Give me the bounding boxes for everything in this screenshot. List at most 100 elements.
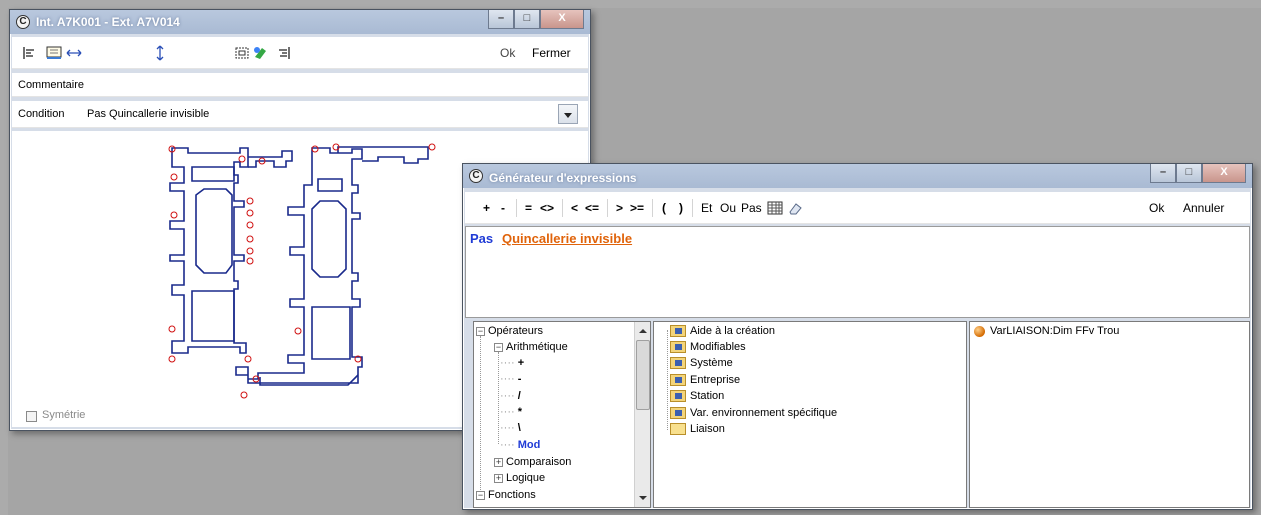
plus-operator-button[interactable]: + [483, 192, 490, 223]
collapse-icon[interactable]: − [494, 342, 503, 352]
attachment-point [246, 197, 254, 205]
collapse-icon[interactable]: − [476, 490, 485, 500]
app-logo-icon: C [16, 15, 30, 29]
chevron-down-icon [564, 113, 572, 118]
app-logo-icon: C [469, 169, 483, 183]
toolbar-divider [652, 199, 653, 217]
eraser-icon[interactable] [787, 192, 803, 223]
and-operator-button[interactable]: Et [701, 192, 712, 223]
condition-value[interactable]: Pas Quincallerie invisible [87, 101, 209, 127]
categories-panel: Aide à la création Modifiables Système E… [653, 321, 967, 508]
expression-window-titlebar[interactable]: C Générateur d'expressions – □ X [463, 164, 1252, 188]
not-operator-button[interactable]: Pas [741, 192, 762, 223]
category-var-environnement[interactable]: Var. environnement spécifique [670, 407, 837, 420]
category-station[interactable]: Station [670, 390, 724, 403]
grid-icon[interactable] [767, 192, 783, 223]
horizontal-arrow-icon[interactable] [66, 37, 82, 68]
align-left-icon[interactable] [22, 37, 36, 68]
toolbar-divider [516, 199, 517, 217]
close-button[interactable]: X [540, 10, 584, 29]
window-title: Int. A7K001 - Ext. A7V014 [36, 15, 180, 29]
close-paren-button[interactable]: ) [679, 192, 683, 223]
or-operator-button[interactable]: Ou [720, 192, 736, 223]
category-liaison[interactable]: Liaison [670, 423, 725, 436]
expression-editor[interactable]: Pas Quincallerie invisible [465, 226, 1250, 318]
condition-dropdown-button[interactable] [558, 104, 578, 124]
less-equal-operator-button[interactable]: <= [585, 192, 599, 223]
paint-icon[interactable] [252, 37, 268, 68]
scroll-down-icon[interactable] [639, 496, 647, 500]
tree-item-comparaison[interactable]: + Comparaison [494, 456, 571, 468]
profile-window-titlebar[interactable]: C Int. A7K001 - Ext. A7V014 – □ X [10, 10, 590, 34]
attachment-point [170, 173, 178, 181]
attachment-point [246, 235, 254, 243]
attachment-point [168, 355, 176, 363]
attachment-point [240, 391, 248, 399]
folder-icon [670, 407, 686, 420]
category-entreprise[interactable]: Entreprise [670, 374, 740, 387]
attachment-point [428, 143, 436, 151]
symmetry-checkbox[interactable] [26, 411, 37, 422]
vertical-arrow-icon[interactable] [155, 37, 165, 68]
less-operator-button[interactable]: < [571, 192, 578, 223]
measure-icon[interactable] [46, 37, 62, 68]
symmetry-label: Symétrie [42, 409, 86, 421]
tree-item-arithmetique[interactable]: − Arithmétique [494, 341, 568, 353]
maximize-button[interactable]: □ [514, 10, 540, 29]
tree-item-divide[interactable]: ···· / [500, 390, 521, 402]
scroll-up-icon[interactable] [639, 329, 647, 333]
align-right-icon[interactable] [277, 37, 291, 68]
tree-item-plus[interactable]: ···· + [500, 357, 524, 369]
toolbar-divider [692, 199, 693, 217]
window-controls: – □ X [1150, 164, 1246, 183]
open-paren-button[interactable]: ( [662, 192, 666, 223]
tree-item-logique[interactable]: + Logique [494, 472, 545, 484]
operators-toolbar: + - = <> < <= > >= ( ) Et Ou Pas Ok Annu… [465, 192, 1250, 224]
left-profile-lower-chamber [191, 290, 235, 342]
tree-item-backslash[interactable]: ···· \ [500, 422, 521, 434]
minus-operator-button[interactable]: - [501, 192, 505, 223]
right-profile-outline [235, 147, 363, 384]
attachment-point [246, 221, 254, 229]
greater-operator-button[interactable]: > [616, 192, 623, 223]
minimize-button[interactable]: – [488, 10, 514, 29]
folder-icon [670, 374, 686, 387]
expression-link[interactable]: Quincallerie invisible [502, 231, 632, 246]
scroll-thumb[interactable] [636, 340, 650, 410]
variable-item[interactable]: VarLIAISON:Dim FFv Trou [974, 325, 1119, 337]
close-dialog-button[interactable]: Fermer [532, 37, 571, 68]
tree-item-fonctions[interactable]: − Fonctions [476, 489, 536, 501]
collapse-icon[interactable]: − [476, 326, 485, 336]
attachment-point [170, 211, 178, 219]
attachment-point [246, 247, 254, 255]
tree-item-operateurs[interactable]: − Opérateurs [476, 325, 543, 337]
ok-button[interactable]: Ok [500, 37, 515, 68]
category-modifiables[interactable]: Modifiables [670, 341, 746, 354]
expand-icon[interactable]: + [494, 473, 503, 483]
equals-operator-button[interactable]: = [525, 192, 532, 223]
tree-item-minus[interactable]: ···· - [500, 373, 521, 385]
operators-tree-panel: − Opérateurs − Arithmétique ···· + ···· - … [473, 321, 651, 508]
condition-row: Condition Pas Quincallerie invisible [12, 101, 588, 128]
ok-button[interactable]: Ok [1149, 192, 1164, 223]
frame-icon[interactable] [234, 37, 250, 68]
not-equal-operator-button[interactable]: <> [540, 192, 554, 223]
left-profile-upper-chamber [191, 166, 235, 182]
tree-item-mod[interactable]: ···· Mod [500, 439, 540, 451]
expand-icon[interactable]: + [494, 457, 503, 467]
comment-row: Commentaire [12, 73, 588, 97]
minimize-button[interactable]: – [1150, 164, 1176, 183]
greater-equal-operator-button[interactable]: >= [630, 192, 644, 223]
tree-scrollbar[interactable] [634, 322, 650, 507]
cancel-button[interactable]: Annuler [1183, 192, 1224, 223]
tree-item-multiply[interactable]: ···· * [500, 406, 522, 418]
profile-toolbar: Ok Fermer [12, 37, 588, 69]
maximize-button[interactable]: □ [1176, 164, 1202, 183]
attachment-point [238, 155, 246, 163]
category-aide-creation[interactable]: Aide à la création [670, 325, 775, 338]
category-systeme[interactable]: Système [670, 357, 733, 370]
comment-input[interactable] [100, 76, 580, 93]
left-profile-outline [169, 147, 249, 354]
folder-icon [670, 390, 686, 403]
close-button[interactable]: X [1202, 164, 1246, 183]
